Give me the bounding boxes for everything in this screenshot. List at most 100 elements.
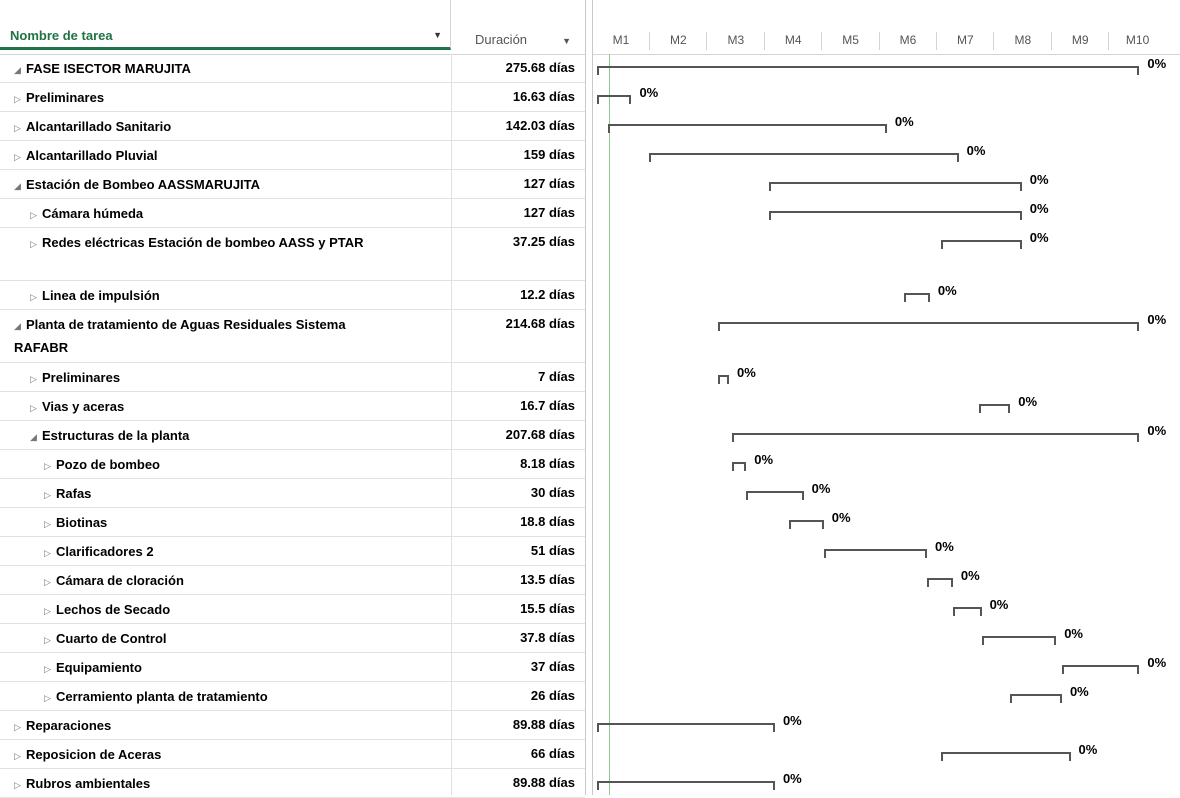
task-row[interactable]: ◢ Estación de Bombeo AASSMARUJITA 127 días bbox=[0, 170, 585, 199]
summary-bar[interactable] bbox=[941, 752, 1071, 761]
task-row[interactable]: ▷ Linea de impulsión 12.2 días bbox=[0, 281, 585, 310]
expand-triangle-icon[interactable]: ▷ bbox=[44, 485, 56, 506]
summary-bar[interactable] bbox=[717, 375, 729, 384]
task-row[interactable]: ▷ Preliminares 7 días bbox=[0, 363, 585, 392]
task-duration[interactable]: 37 días bbox=[531, 659, 575, 674]
summary-bar[interactable] bbox=[597, 95, 632, 104]
expand-triangle-icon[interactable]: ▷ bbox=[30, 398, 42, 419]
task-name[interactable]: ▷ Alcantarillado Pluvial bbox=[14, 145, 400, 168]
task-duration[interactable]: 15.5 días bbox=[520, 601, 575, 616]
summary-bar[interactable] bbox=[717, 322, 1140, 331]
expand-triangle-icon[interactable]: ▷ bbox=[14, 717, 26, 738]
task-duration[interactable]: 66 días bbox=[531, 746, 575, 761]
task-row[interactable]: ▷ Pozo de bombeo 8.18 días bbox=[0, 450, 585, 479]
task-duration[interactable]: 127 días bbox=[524, 205, 575, 220]
task-row[interactable]: ◢ Estructuras de la planta 207.68 días bbox=[0, 421, 585, 450]
task-row[interactable]: ▷ Biotinas 18.8 días bbox=[0, 508, 585, 537]
task-row[interactable]: ▷ Lechos de Secado 15.5 días bbox=[0, 595, 585, 624]
collapse-triangle-icon[interactable]: ◢ bbox=[14, 316, 26, 337]
task-name[interactable]: ▷ Vias y aceras bbox=[30, 396, 400, 419]
expand-triangle-icon[interactable]: ▷ bbox=[14, 89, 26, 110]
expand-triangle-icon[interactable]: ▷ bbox=[30, 205, 42, 226]
task-row[interactable]: ▷ Rafas 30 días bbox=[0, 479, 585, 508]
task-row[interactable]: ▷ Cámara húmeda 127 días bbox=[0, 199, 585, 228]
column-header-task-name[interactable]: Nombre de tarea ▼ bbox=[0, 0, 451, 50]
task-name[interactable]: ◢ FASE ISECTOR MARUJITA bbox=[14, 58, 400, 81]
summary-bar[interactable] bbox=[597, 66, 1140, 75]
task-name[interactable]: ▷ Clarificadores 2 bbox=[44, 541, 400, 564]
collapse-triangle-icon[interactable]: ◢ bbox=[14, 176, 26, 197]
task-duration[interactable]: 89.88 días bbox=[513, 775, 575, 790]
expand-triangle-icon[interactable]: ▷ bbox=[44, 456, 56, 477]
summary-bar[interactable] bbox=[769, 182, 1022, 191]
expand-triangle-icon[interactable]: ▷ bbox=[14, 746, 26, 767]
task-duration[interactable]: 89.88 días bbox=[513, 717, 575, 732]
task-row[interactable]: ▷ Vias y aceras 16.7 días bbox=[0, 392, 585, 421]
task-duration[interactable]: 8.18 días bbox=[520, 456, 575, 471]
task-name[interactable]: ▷ Preliminares bbox=[14, 87, 400, 110]
summary-bar[interactable] bbox=[823, 549, 928, 558]
summary-bar[interactable] bbox=[904, 293, 930, 302]
summary-bar[interactable] bbox=[608, 124, 887, 133]
summary-bar[interactable] bbox=[746, 491, 804, 500]
task-row[interactable]: ▷ Reposicion de Aceras 66 días bbox=[0, 740, 585, 769]
task-name[interactable]: ◢ Planta de tratamiento de Aguas Residual… bbox=[14, 314, 400, 358]
summary-bar[interactable] bbox=[648, 153, 959, 162]
pane-splitter[interactable] bbox=[585, 0, 593, 795]
expand-triangle-icon[interactable]: ▷ bbox=[30, 234, 42, 255]
task-name[interactable]: ▷ Reparaciones bbox=[14, 715, 400, 738]
task-duration[interactable]: 16.7 días bbox=[520, 398, 575, 413]
filter-dropdown-icon[interactable]: ▼ bbox=[562, 36, 571, 46]
expand-triangle-icon[interactable]: ▷ bbox=[44, 688, 56, 709]
task-duration[interactable]: 127 días bbox=[524, 176, 575, 191]
task-row[interactable]: ▷ Preliminares 16.63 días bbox=[0, 83, 585, 112]
expand-triangle-icon[interactable]: ▷ bbox=[14, 147, 26, 168]
summary-bar[interactable] bbox=[789, 520, 824, 529]
task-row[interactable]: ▷ Reparaciones 89.88 días bbox=[0, 711, 585, 740]
task-name[interactable]: ▷ Rubros ambientales bbox=[14, 773, 400, 796]
expand-triangle-icon[interactable]: ▷ bbox=[44, 572, 56, 593]
task-duration[interactable]: 16.63 días bbox=[513, 89, 575, 104]
task-name[interactable]: ▷ Cuarto de Control bbox=[44, 628, 400, 651]
summary-bar[interactable] bbox=[981, 636, 1057, 645]
task-duration[interactable]: 13.5 días bbox=[520, 572, 575, 587]
task-duration[interactable]: 207.68 días bbox=[506, 427, 575, 442]
summary-bar[interactable] bbox=[731, 462, 747, 471]
summary-bar[interactable] bbox=[978, 404, 1011, 413]
task-name[interactable]: ▷ Redes eléctricas Estación de bombeo AAS… bbox=[30, 232, 400, 255]
filter-dropdown-icon[interactable]: ▼ bbox=[433, 30, 442, 40]
expand-triangle-icon[interactable]: ▷ bbox=[30, 369, 42, 390]
task-name[interactable]: ▷ Lechos de Secado bbox=[44, 599, 400, 622]
expand-triangle-icon[interactable]: ▷ bbox=[44, 514, 56, 535]
task-row[interactable]: ▷ Rubros ambientales 89.88 días bbox=[0, 769, 585, 798]
task-duration[interactable]: 275.68 días bbox=[506, 60, 575, 75]
expand-triangle-icon[interactable]: ▷ bbox=[14, 775, 26, 796]
summary-bar[interactable] bbox=[769, 211, 1022, 220]
summary-bar[interactable] bbox=[952, 607, 982, 616]
task-name[interactable]: ▷ Cámara húmeda bbox=[30, 203, 400, 226]
task-name[interactable]: ▷ Cerramiento planta de tratamiento bbox=[44, 686, 400, 709]
expand-triangle-icon[interactable]: ▷ bbox=[14, 118, 26, 139]
task-duration[interactable]: 37.8 días bbox=[520, 630, 575, 645]
summary-bar[interactable] bbox=[1061, 665, 1140, 674]
task-row[interactable]: ▷ Equipamiento 37 días bbox=[0, 653, 585, 682]
task-name[interactable]: ▷ Alcantarillado Sanitario bbox=[14, 116, 400, 139]
task-duration[interactable]: 26 días bbox=[531, 688, 575, 703]
expand-triangle-icon[interactable]: ▷ bbox=[30, 287, 42, 308]
task-row[interactable]: ▷ Cerramiento planta de tratamiento 26 día… bbox=[0, 682, 585, 711]
expand-triangle-icon[interactable]: ▷ bbox=[44, 659, 56, 680]
summary-bar[interactable] bbox=[927, 578, 953, 587]
task-row[interactable]: ◢ FASE ISECTOR MARUJITA 275.68 días bbox=[0, 54, 585, 83]
task-row[interactable]: ▷ Cámara de cloración 13.5 días bbox=[0, 566, 585, 595]
summary-bar[interactable] bbox=[941, 240, 1022, 249]
task-row[interactable]: ◢ Planta de tratamiento de Aguas Residual… bbox=[0, 310, 585, 363]
task-row[interactable]: ▷ Redes eléctricas Estación de bombeo AAS… bbox=[0, 228, 585, 281]
task-name[interactable]: ▷ Equipamiento bbox=[44, 657, 400, 680]
summary-bar[interactable] bbox=[597, 723, 775, 732]
task-duration[interactable]: 142.03 días bbox=[506, 118, 575, 133]
task-name[interactable]: ◢ Estación de Bombeo AASSMARUJITA bbox=[14, 174, 400, 197]
task-name[interactable]: ▷ Rafas bbox=[44, 483, 400, 506]
task-name[interactable]: ▷ Pozo de bombeo bbox=[44, 454, 400, 477]
task-name[interactable]: ▷ Preliminares bbox=[30, 367, 400, 390]
summary-bar[interactable] bbox=[1010, 694, 1062, 703]
